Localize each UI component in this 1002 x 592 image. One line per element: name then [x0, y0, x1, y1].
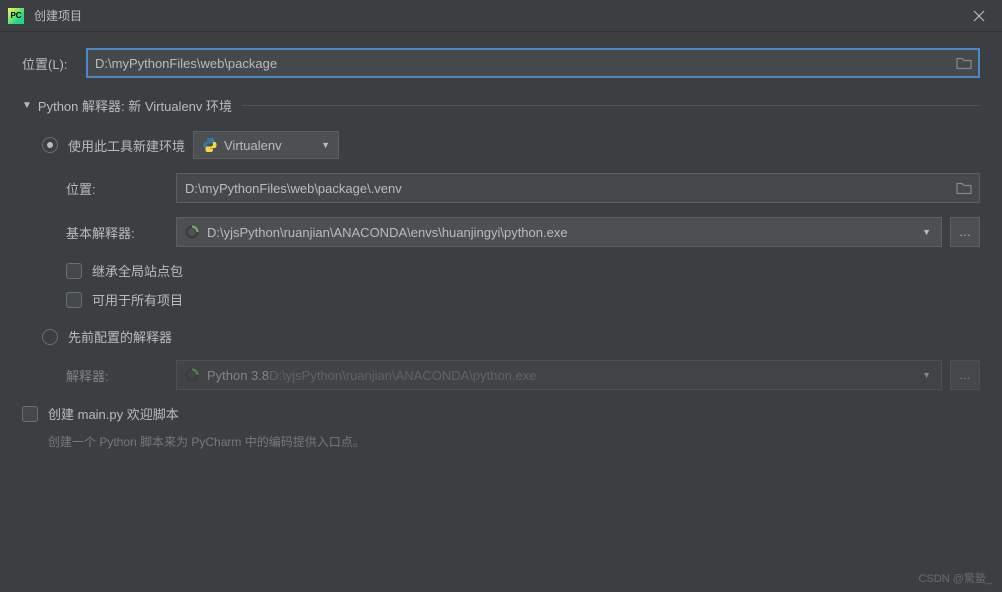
inherit-checkbox[interactable]	[66, 263, 82, 279]
configured-radio-row[interactable]: 先前配置的解释器	[42, 327, 980, 346]
configured-radio[interactable]	[42, 329, 58, 345]
interpreter-header-label: Python 解释器: 新 Virtualenv 环境	[38, 96, 232, 115]
configured-interpreter-name: Python 3.8	[207, 368, 269, 383]
chevron-down-icon: ▼	[321, 140, 330, 150]
welcome-script-row[interactable]: 创建 main.py 欢迎脚本	[22, 404, 980, 423]
welcome-script-hint: 创建一个 Python 脚本来为 PyCharm 中的编码提供入口点。	[22, 433, 980, 450]
base-interpreter-row: 基本解释器: D:\yjsPython\ruanjian\ANACONDA\en…	[66, 217, 980, 247]
all-projects-checkbox[interactable]	[66, 292, 82, 308]
welcome-script-checkbox[interactable]	[22, 406, 38, 422]
configured-interpreter-browse-button: …	[950, 360, 980, 390]
configured-interpreter-row: 解释器: Python 3.8 D:\yjsPython\ruanjian\AN…	[66, 360, 980, 390]
env-tool-select[interactable]: Virtualenv ▼	[193, 131, 339, 159]
env-tool-value: Virtualenv	[224, 138, 282, 153]
location-label: 位置(L):	[22, 54, 80, 73]
new-env-radio-row[interactable]: 使用此工具新建环境 Virtualenv ▼	[42, 131, 980, 159]
base-interpreter-browse-button[interactable]: …	[950, 217, 980, 247]
configured-interpreter-select: Python 3.8 D:\yjsPython\ruanjian\ANACOND…	[176, 360, 942, 390]
venv-location-row: 位置:	[66, 173, 980, 203]
inherit-checkbox-row[interactable]: 继承全局站点包	[66, 261, 980, 280]
window-title: 创建项目	[34, 7, 956, 24]
python-icon	[202, 137, 218, 153]
inherit-label: 继承全局站点包	[92, 261, 183, 280]
chevron-down-icon: ▼	[922, 227, 931, 237]
watermark: CSDN @驚蟄_	[918, 570, 992, 586]
location-input[interactable]	[86, 48, 980, 78]
configured-interpreter-path: D:\yjsPython\ruanjian\ANACONDA\python.ex…	[269, 368, 536, 383]
configured-radio-label: 先前配置的解释器	[68, 327, 172, 346]
new-env-radio[interactable]	[42, 137, 58, 153]
app-icon: PC	[8, 8, 24, 24]
separator-line	[242, 105, 980, 106]
loading-icon	[185, 368, 199, 382]
venv-location-label: 位置:	[66, 179, 176, 198]
content-area: 位置(L): ▼ Python 解释器: 新 Virtualenv 环境 使用此…	[0, 32, 1002, 450]
base-interpreter-select[interactable]: D:\yjsPython\ruanjian\ANACONDA\envs\huan…	[176, 217, 942, 247]
all-projects-label: 可用于所有项目	[92, 290, 183, 309]
location-row: 位置(L):	[22, 48, 980, 78]
chevron-down-icon: ▼	[22, 100, 32, 111]
welcome-script-label: 创建 main.py 欢迎脚本	[48, 404, 179, 423]
close-button[interactable]	[956, 0, 1002, 32]
interpreter-section-header[interactable]: ▼ Python 解释器: 新 Virtualenv 环境	[22, 96, 980, 115]
new-env-radio-label: 使用此工具新建环境	[68, 136, 185, 155]
base-interpreter-value: D:\yjsPython\ruanjian\ANACONDA\envs\huan…	[207, 225, 568, 240]
titlebar: PC 创建项目	[0, 0, 1002, 32]
close-icon	[973, 10, 985, 22]
all-projects-checkbox-row[interactable]: 可用于所有项目	[66, 290, 980, 309]
loading-icon	[185, 225, 199, 239]
venv-location-input[interactable]	[176, 173, 980, 203]
chevron-down-icon: ▼	[922, 370, 931, 380]
base-interpreter-label: 基本解释器:	[66, 223, 176, 242]
configured-interpreter-label: 解释器:	[66, 366, 176, 385]
